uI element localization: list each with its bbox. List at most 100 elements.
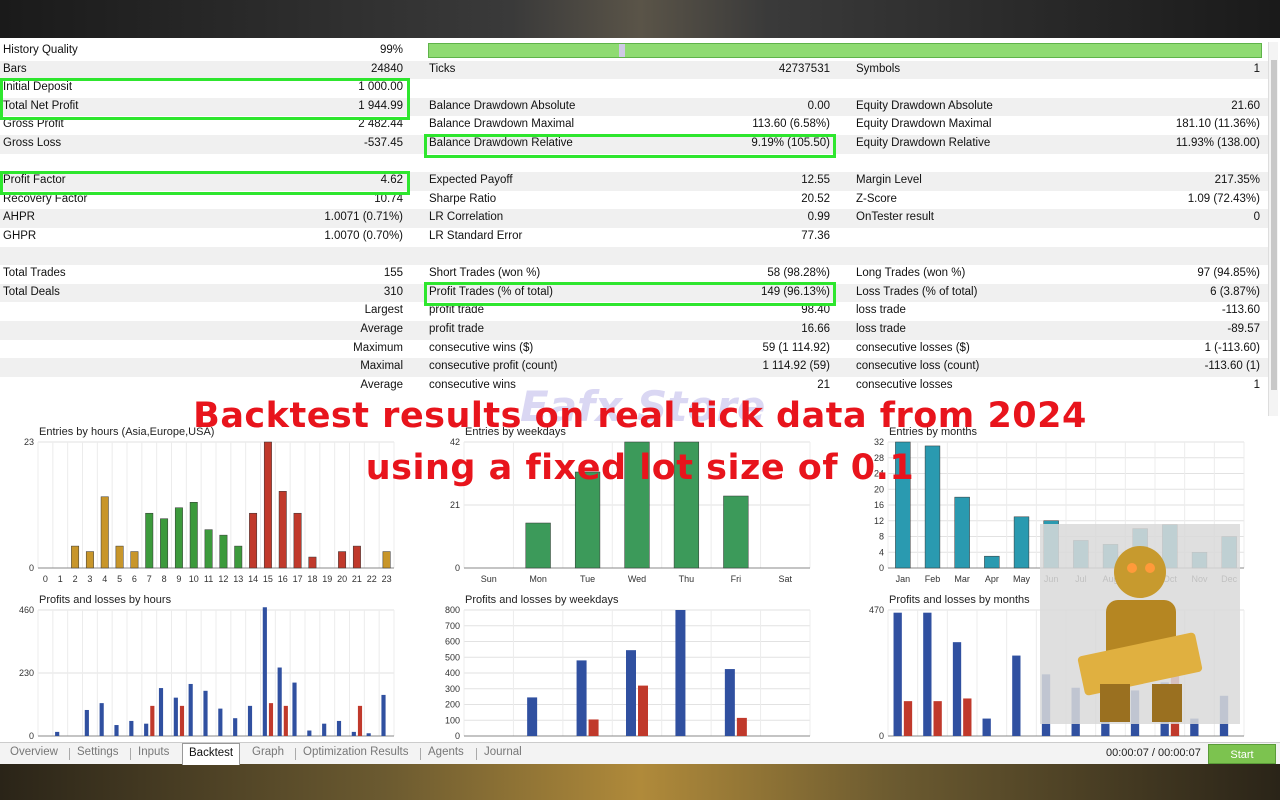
chart-bar [188, 683, 193, 736]
chart-bar [724, 669, 735, 736]
x-tick-label: 3 [87, 574, 92, 584]
chart-bar [283, 705, 288, 736]
elapsed-timer: 00:00:07 / 00:00:07 [1106, 747, 1201, 759]
stats-row: consecutive profit (count) 1 114.92 (59) c… [0, 358, 1268, 377]
stat-label: Margin Level [856, 174, 922, 187]
y-tick-label: 0 [879, 731, 884, 741]
tab-optimization-results[interactable]: Optimization Results [303, 746, 408, 758]
robot-mascot-image [1040, 524, 1240, 724]
chart-bar [736, 717, 747, 736]
y-tick-label: 460 [19, 605, 34, 615]
tab-backtest[interactable]: Backtest [182, 743, 241, 765]
x-tick-label: May [1013, 574, 1031, 584]
tab-inputs[interactable]: Inputs [138, 746, 169, 758]
y-tick-label: 32 [874, 437, 884, 447]
stat-value: 1 (-113.60) [1204, 341, 1260, 354]
stat-value: 58 (98.28%) [767, 267, 830, 280]
x-tick-label: 11 [204, 574, 213, 584]
stat-value: 97 (94.85%) [1197, 267, 1260, 280]
chart-bar [952, 642, 962, 736]
y-tick-label: 0 [29, 731, 34, 741]
stat-value: 1.0071 (0.71%) [324, 211, 403, 224]
stat-value: 0 [1253, 211, 1260, 224]
tab-agents[interactable]: Agents [428, 746, 464, 758]
y-tick-label: 470 [869, 605, 884, 615]
stat-label: loss trade [856, 323, 906, 335]
chart-bar [336, 720, 342, 736]
stats-row: GHPR 1.0070 (0.70%) LR Standard Error 77.36 [0, 228, 1268, 247]
y-tick-label: 200 [445, 700, 460, 710]
y-tick-label: 0 [879, 563, 884, 573]
chart-bar [723, 495, 749, 569]
stat-value: 310 [383, 285, 403, 298]
chart-bar [114, 725, 119, 736]
tab-graph[interactable]: Graph [252, 746, 284, 758]
tab-separator [476, 748, 477, 760]
stat-label: Average [360, 323, 403, 335]
tab-journal[interactable]: Journal [484, 746, 522, 758]
tab-settings[interactable]: Settings [77, 746, 119, 758]
stat-label: Maximal [360, 360, 403, 373]
stat-value: 181.10 (11.36%) [1175, 118, 1260, 131]
chart-bar [1012, 655, 1021, 736]
x-tick-label: Fri [731, 574, 742, 584]
scrollbar-thumb[interactable] [1271, 60, 1277, 390]
y-tick-label: 42 [450, 437, 460, 447]
stat-label: Loss Trades (% of total) [856, 285, 978, 298]
chart-bar [268, 703, 274, 736]
chart-bar [576, 660, 587, 736]
x-tick-label: 23 [382, 574, 392, 584]
stat-value: 21.60 [1231, 99, 1260, 112]
x-tick-label: 21 [352, 574, 362, 584]
x-tick-label: Mar [954, 574, 970, 584]
tab-overview[interactable]: Overview [10, 746, 58, 758]
history-quality-marker [619, 44, 625, 57]
x-tick-label: Mon [529, 574, 547, 584]
stat-label: Gross Profit [3, 118, 64, 131]
y-tick-label: 12 [874, 516, 884, 526]
stat-label: Maximum [353, 341, 403, 354]
chart-bar [338, 551, 347, 569]
chart-bar [130, 551, 139, 569]
y-tick-label: 21 [450, 500, 460, 510]
stat-value: 12.55 [801, 174, 830, 187]
x-tick-label: 6 [132, 574, 137, 584]
stats-scrollbar[interactable] [1268, 42, 1278, 416]
stat-label: GHPR [3, 230, 37, 242]
x-tick-label: 13 [233, 574, 243, 584]
x-tick-label: 2 [73, 574, 78, 584]
stat-label: Balance Drawdown Absolute [429, 99, 576, 112]
chart-bar [204, 529, 213, 569]
stat-value: -89.57 [1227, 323, 1260, 335]
stat-label: LR Standard Error [429, 230, 523, 242]
chart-bar [158, 688, 164, 736]
stat-label: History Quality [3, 44, 78, 56]
chart-bar [233, 718, 238, 736]
stat-label: LR Correlation [429, 211, 504, 224]
chart-bar [234, 545, 243, 569]
stat-label: Equity Drawdown Relative [856, 137, 991, 149]
y-tick-label: 16 [874, 500, 884, 510]
stat-label: Ticks [429, 62, 456, 75]
chart-bar [278, 491, 287, 569]
chart-bar [923, 612, 932, 736]
x-tick-label: 22 [367, 574, 377, 584]
stat-value: 24840 [371, 62, 403, 75]
stat-value: 1.0070 (0.70%) [324, 230, 403, 242]
y-tick-label: 0 [455, 563, 460, 573]
x-tick-label: Thu [679, 574, 695, 584]
y-tick-label: 4 [879, 547, 884, 557]
stats-row: History Quality 99% [0, 42, 1268, 61]
chart-bar [160, 518, 169, 569]
stat-label: Symbols [856, 62, 901, 75]
tester-tab-bar: Overview Settings Inputs Backtest Graph Optim… [0, 742, 1280, 765]
chart-bar [71, 545, 80, 569]
stat-value: 99% [379, 44, 403, 56]
start-button[interactable]: Start [1208, 744, 1276, 764]
chart-bar [249, 512, 258, 569]
chart-bar [351, 731, 356, 736]
chart-bar [55, 731, 60, 736]
tab-separator [295, 748, 296, 760]
chart-bar [85, 551, 94, 569]
stat-label: Expected Payoff [429, 174, 513, 187]
